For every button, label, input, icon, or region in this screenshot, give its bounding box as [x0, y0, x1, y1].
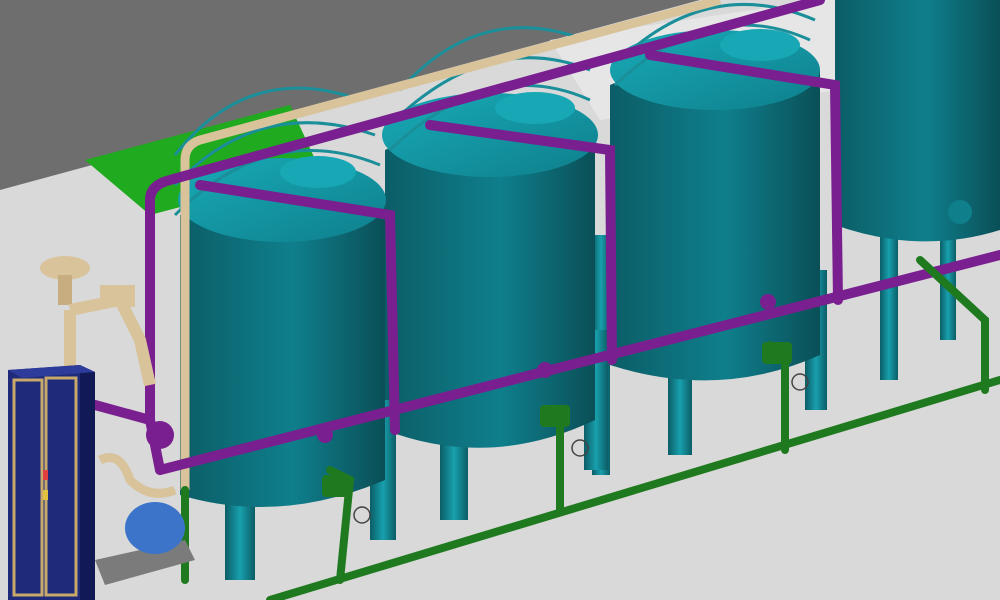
green-valve: [540, 405, 570, 427]
green-valve: [322, 475, 352, 497]
cabinet-indicator: [43, 490, 48, 500]
tank-4-body: [835, 0, 1000, 242]
cad-3d-plant-view: [0, 0, 1000, 600]
purple-nozzle: [317, 427, 333, 443]
purple-nozzle: [760, 294, 776, 310]
electrical-cabinet: [8, 365, 95, 600]
purple-nozzle: [146, 421, 174, 449]
cabinet-front: [8, 365, 80, 600]
actuator-yoke: [58, 275, 72, 305]
pump-motor: [125, 502, 185, 554]
tan-valve-box: [100, 285, 135, 307]
cabinet-side: [80, 365, 95, 600]
green-valve: [762, 342, 792, 364]
purple-nozzle: [537, 362, 553, 378]
tank-2-manhole: [495, 92, 575, 124]
cabinet-indicator: [43, 470, 48, 480]
tank-3-manhole: [720, 29, 800, 61]
tank-4-nozzle: [948, 200, 972, 224]
tank-1-manhole: [280, 156, 356, 188]
